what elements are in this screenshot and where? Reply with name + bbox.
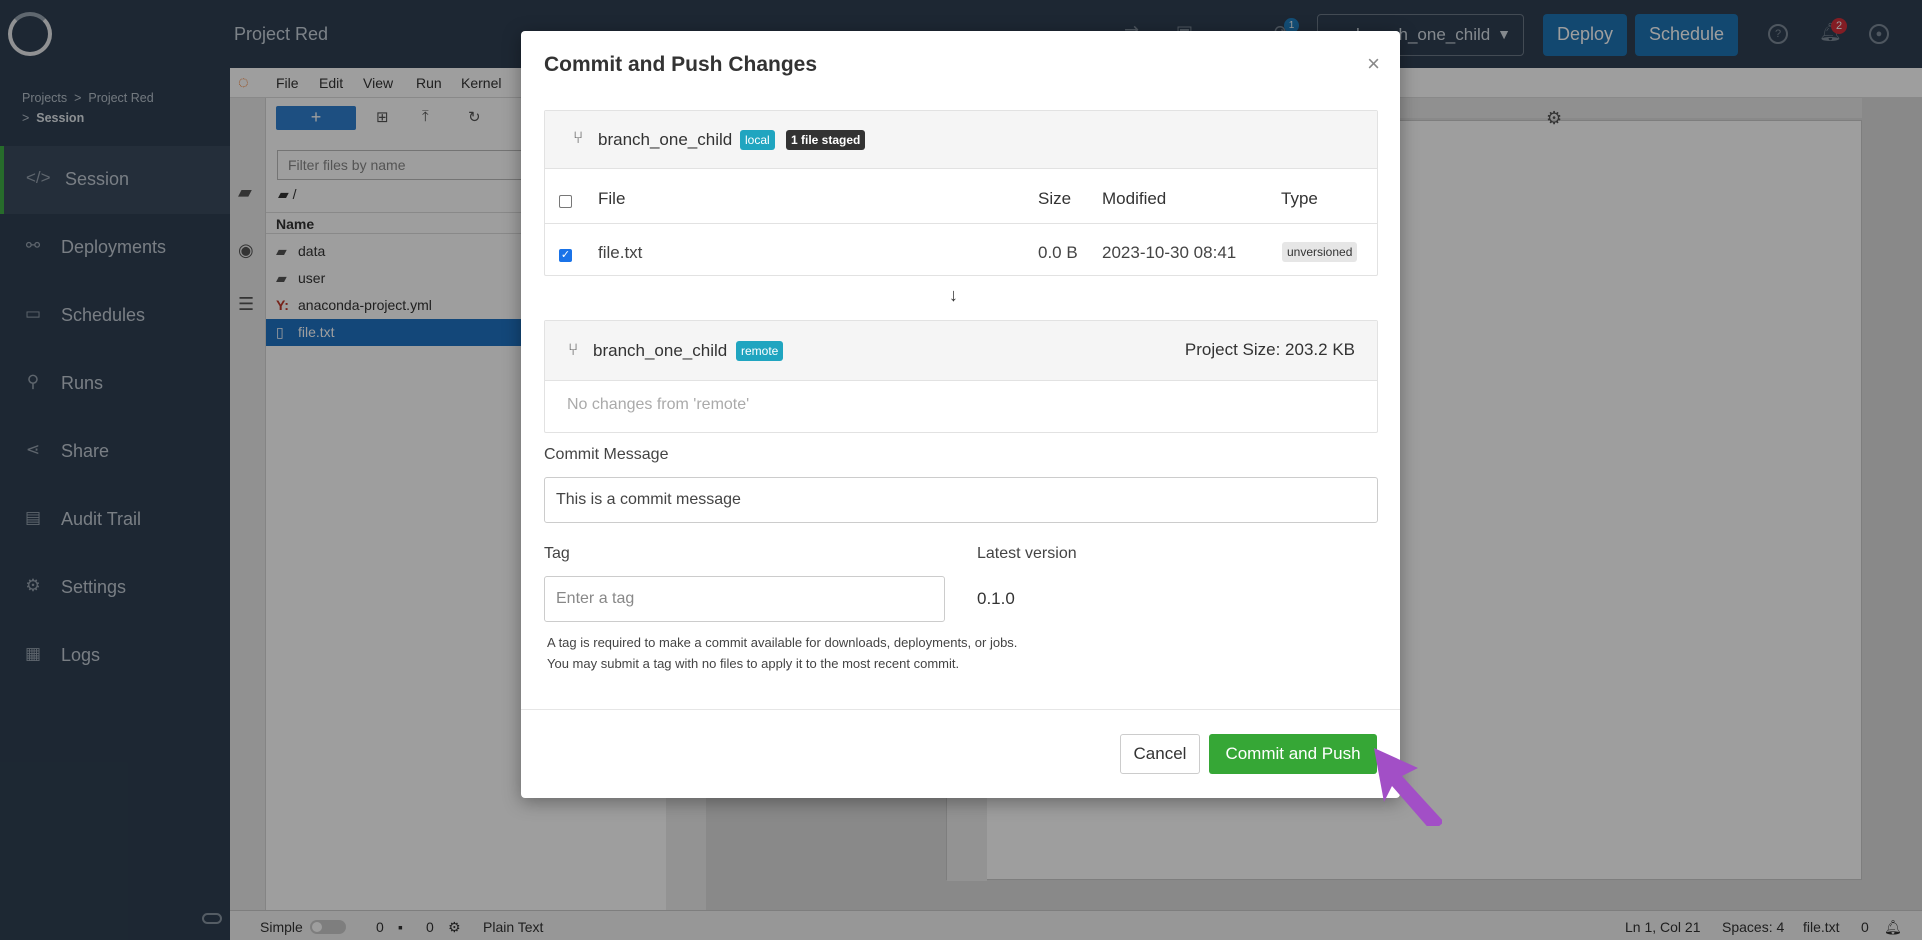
dialog-title: Commit and Push Changes: [544, 53, 818, 76]
remote-panel: ⑂ branch_one_child remote Project Size: …: [544, 320, 1378, 433]
local-changes-panel: ⑂ branch_one_child local 1 file staged F…: [544, 110, 1378, 276]
footer-divider: [521, 709, 1400, 710]
staged-count-badge: 1 file staged: [786, 130, 866, 150]
tag-help-text: A tag is required to make a commit avail…: [547, 632, 1017, 674]
remote-branch-name: branch_one_child: [593, 341, 728, 360]
remote-branch-header: ⑂ branch_one_child remote Project Size: …: [545, 321, 1377, 381]
latest-version-value: 0.1.0: [977, 589, 1015, 608]
remote-badge: remote: [736, 341, 784, 361]
file-size-cell: 0.0 B: [1038, 243, 1078, 262]
select-all-checkbox[interactable]: [559, 195, 572, 208]
help-line: You may submit a tag with no files to ap…: [547, 656, 960, 671]
cancel-button[interactable]: Cancel: [1120, 734, 1200, 774]
no-changes-message: No changes from 'remote': [567, 396, 750, 413]
help-line: A tag is required to make a commit avail…: [547, 635, 1018, 650]
column-header-size: Size: [1038, 189, 1072, 208]
column-header-type: Type: [1281, 189, 1318, 208]
local-branch-header: ⑂ branch_one_child local 1 file staged: [545, 111, 1377, 169]
close-icon[interactable]: ×: [1367, 51, 1380, 77]
file-modified-cell: 2023-10-30 08:41: [1102, 243, 1237, 262]
arrow-down-icon: ↓: [949, 285, 958, 305]
file-name-cell: file.txt: [598, 243, 643, 262]
column-header-file: File: [598, 189, 626, 208]
project-size: Project Size: 203.2 KB: [1184, 340, 1355, 359]
git-branch-icon: ⑂: [573, 128, 584, 147]
commit-message-label: Commit Message: [544, 446, 669, 463]
row-divider: [545, 223, 1377, 224]
column-header-modified: Modified: [1102, 189, 1167, 208]
git-branch-icon: ⑂: [568, 340, 579, 359]
file-row-checkbox[interactable]: ✓: [559, 249, 572, 262]
local-badge: local: [740, 130, 775, 150]
commit-push-dialog: Commit and Push Changes × ⑂ branch_one_c…: [521, 31, 1400, 798]
commit-message-input[interactable]: This is a commit message: [544, 477, 1378, 523]
latest-version-label: Latest version: [977, 545, 1077, 562]
pointer-arrow-icon: [1374, 748, 1442, 826]
file-type-badge: unversioned: [1282, 242, 1358, 262]
commit-and-push-button[interactable]: Commit and Push: [1209, 734, 1377, 774]
local-branch-name: branch_one_child: [598, 130, 733, 149]
tag-input[interactable]: Enter a tag: [544, 576, 945, 622]
tag-label: Tag: [544, 545, 570, 562]
